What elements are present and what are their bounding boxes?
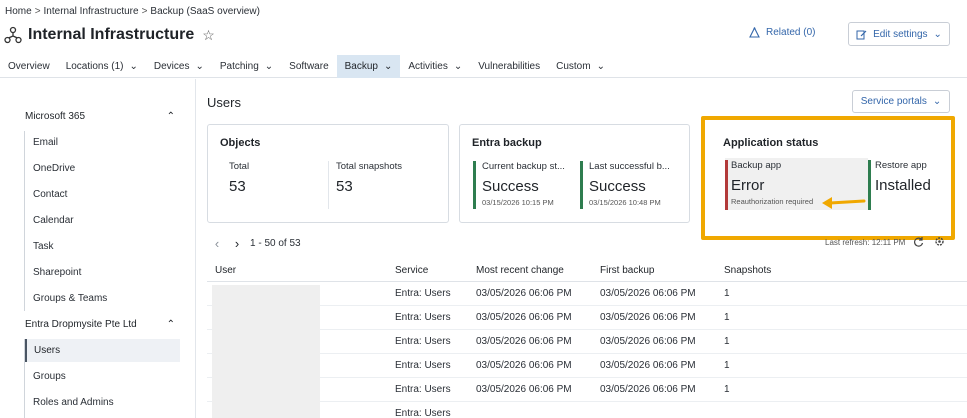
sidebar-group-microsoft-365[interactable]: Microsoft 365 ⌃: [25, 111, 175, 122]
page-range: 1 - 50 of 53: [250, 238, 301, 249]
sidebar-item-task[interactable]: Task: [25, 235, 180, 258]
objects-total: Total 53: [229, 161, 250, 195]
sidebar-item-users[interactable]: Users: [25, 339, 180, 362]
sidebar-item-calendar[interactable]: Calendar: [25, 209, 180, 232]
tab-vulnerabilities[interactable]: Vulnerabilities: [470, 55, 548, 78]
sidebar-item-groups-teams[interactable]: Groups & Teams: [25, 287, 180, 310]
prev-page-icon[interactable]: ‹: [210, 236, 224, 251]
entra-backup-card: Entra backup Current backup st... Succes…: [459, 124, 690, 223]
last-successful-backup: Last successful b... Success 03/15/2026 …: [589, 161, 670, 207]
tab-devices[interactable]: Devices ⌄: [146, 55, 212, 78]
chevron-down-icon: ⌄: [384, 61, 393, 72]
page-header: Internal Infrastructure ☆: [4, 24, 215, 46]
sidebar-group-entra[interactable]: Entra Dropmysite Pte Ltd ⌃: [25, 319, 175, 330]
breadcrumb-home[interactable]: Home: [5, 6, 32, 17]
table-tools: [913, 236, 945, 247]
chevron-up-icon: ⌃: [166, 111, 175, 122]
table-row[interactable]: Entra: Users 03/05/2026 06:06 PM 03/05/2…: [207, 354, 967, 378]
table-row[interactable]: Entra: Users 03/05/2026 06:06 PM 03/05/2…: [207, 306, 967, 330]
section-title: Users: [207, 95, 241, 110]
network-site-icon: [4, 26, 22, 44]
gear-icon[interactable]: [934, 236, 945, 247]
related-icon: [749, 27, 760, 38]
tab-activities[interactable]: Activities ⌄: [400, 55, 470, 78]
related-link[interactable]: Related (0): [749, 27, 815, 38]
sidebar-item-sharepoint[interactable]: Sharepoint: [25, 261, 180, 284]
chevron-down-icon: ⌄: [264, 61, 274, 72]
tab-software[interactable]: Software: [281, 55, 336, 78]
divider: [328, 161, 329, 209]
current-backup-status: Current backup st... Success 03/15/2026 …: [482, 161, 565, 207]
tab-overview[interactable]: Overview: [0, 55, 58, 78]
chevron-down-icon: ⌄: [933, 28, 942, 40]
col-first-backup[interactable]: First backup: [600, 260, 654, 281]
chevron-down-icon: ⌄: [932, 96, 942, 107]
breadcrumb-site[interactable]: Internal Infrastructure: [44, 6, 139, 17]
col-recent-change[interactable]: Most recent change: [476, 260, 564, 281]
success-indicator: [580, 161, 583, 209]
table-row[interactable]: Entra: Users 03/05/2026 06:06 PM 03/05/2…: [207, 330, 967, 354]
edit-icon: [856, 30, 867, 39]
refresh-icon[interactable]: [913, 236, 924, 247]
objects-card-title: Objects: [220, 137, 261, 149]
col-snapshots[interactable]: Snapshots: [724, 260, 771, 281]
table-row[interactable]: Entra: Users: [207, 402, 967, 418]
next-page-icon[interactable]: ›: [230, 236, 244, 251]
tab-backup[interactable]: Backup ⌄: [336, 55, 401, 78]
chevron-down-icon: ⌄: [596, 61, 605, 72]
edit-settings-label: Edit settings: [873, 28, 928, 40]
edit-settings-button[interactable]: Edit settings ⌄: [848, 22, 950, 46]
highlight-annotation-box: [701, 116, 955, 240]
sidebar-item-roles-admins[interactable]: Roles and Admins: [25, 391, 180, 414]
sidebar-item-contact[interactable]: Contact: [25, 183, 180, 206]
entra-backup-title: Entra backup: [472, 137, 542, 149]
sidebar-item-groups[interactable]: Groups: [25, 365, 180, 388]
objects-card: Objects Total 53 Total snapshots 53: [207, 124, 449, 223]
sidebar: Microsoft 365 ⌃ Email OneDrive Contact C…: [0, 79, 196, 418]
breadcrumb-current: Backup (SaaS overview): [150, 6, 260, 17]
chevron-down-icon: ⌄: [129, 61, 138, 72]
objects-snapshots: Total snapshots 53: [336, 161, 403, 195]
tab-patching[interactable]: Patching ⌄: [212, 55, 281, 78]
table-row[interactable]: Entra: Users 03/05/2026 06:06 PM 03/05/2…: [207, 378, 967, 402]
tab-custom[interactable]: Custom ⌄: [548, 55, 613, 78]
sidebar-item-onedrive[interactable]: OneDrive: [25, 157, 180, 180]
tab-locations[interactable]: Locations (1) ⌄: [58, 55, 146, 78]
success-indicator: [473, 161, 476, 209]
favorite-star-icon[interactable]: ☆: [202, 27, 215, 44]
last-refresh: Last refresh: 12:11 PM: [825, 238, 906, 247]
redacted-user-names: [212, 285, 320, 418]
chevron-down-icon: ⌄: [453, 61, 463, 72]
col-service[interactable]: Service: [395, 260, 428, 281]
table-header: User Service Most recent change First ba…: [207, 260, 967, 282]
sidebar-item-email[interactable]: Email: [25, 131, 180, 154]
chevron-down-icon: ⌄: [195, 61, 204, 72]
related-label: Related (0): [766, 27, 816, 38]
tab-bar: Overview Locations (1) ⌄ Devices ⌄ Patchin…: [0, 55, 967, 78]
col-user[interactable]: User: [215, 260, 236, 281]
table-row[interactable]: Entra: Users 03/05/2026 06:06 PM 03/05/2…: [207, 282, 967, 306]
page-title: Internal Infrastructure: [28, 26, 195, 43]
breadcrumb: Home > Internal Infrastructure > Backup (Saa…: [5, 6, 260, 17]
chevron-up-icon: ⌃: [166, 319, 175, 330]
pagination: ‹ › 1 - 50 of 53: [210, 236, 301, 251]
service-portals-button[interactable]: Service portals ⌄: [852, 90, 950, 113]
